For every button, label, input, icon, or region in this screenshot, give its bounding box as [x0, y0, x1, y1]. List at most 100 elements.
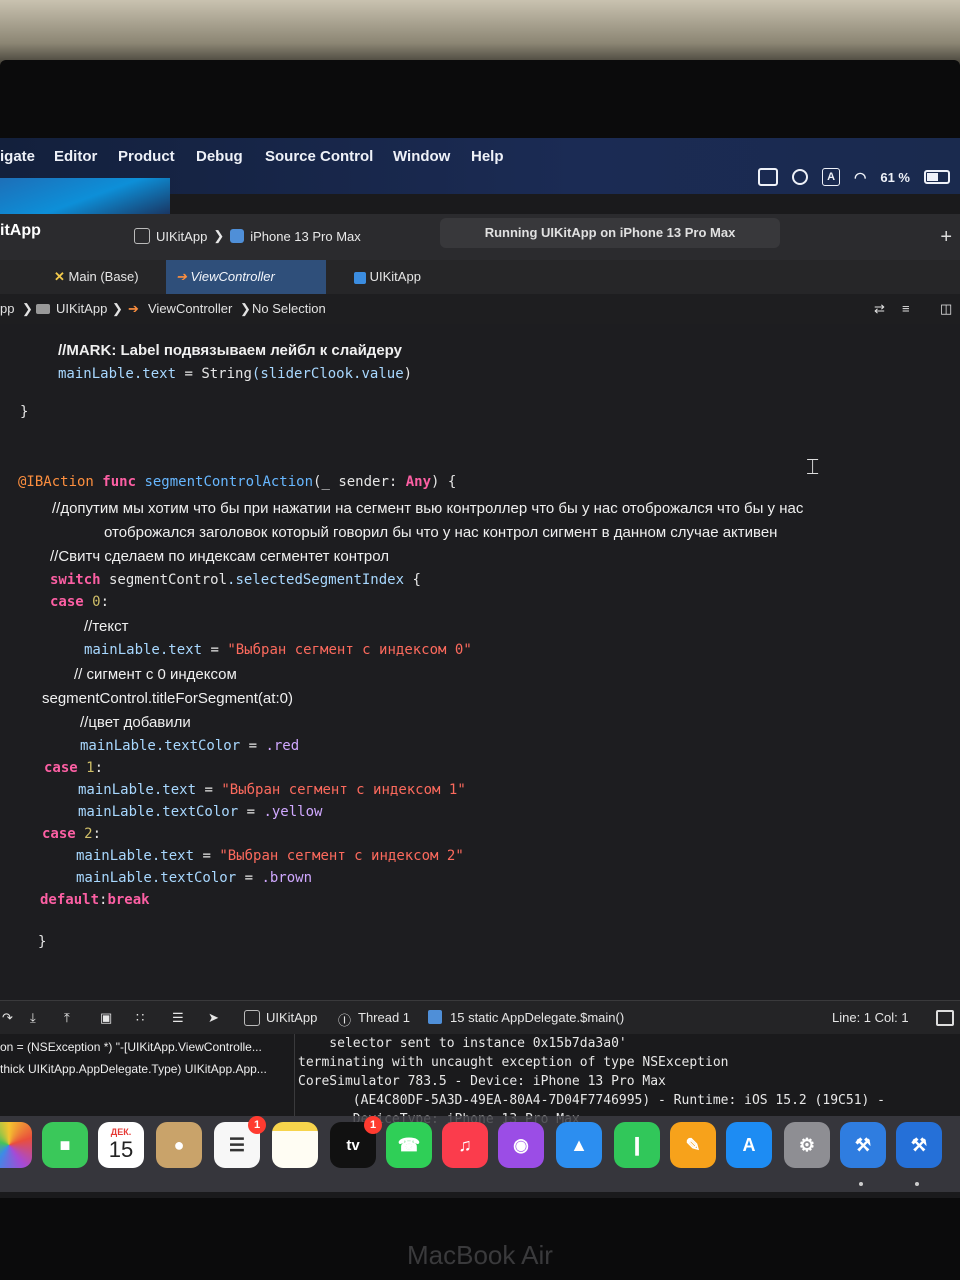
pages-icon[interactable]: ✎	[670, 1122, 716, 1168]
variables-view[interactable]: on = (NSException *) "-[UIKitApp.ViewCon…	[0, 1034, 295, 1116]
tab-viewcontroller[interactable]: ➔ ViewController	[166, 260, 326, 294]
crumb-project[interactable]: pp	[0, 294, 14, 324]
music-icon[interactable]: ♫	[442, 1122, 488, 1168]
code-comment: //Свитч сделаем по индексам сегментет ко…	[50, 548, 389, 565]
calendar-day: 15	[108, 1137, 134, 1162]
code-line: case 1:	[44, 760, 104, 776]
debug-view-hierarchy-icon[interactable]: ▣	[100, 1010, 112, 1026]
chevron-right-icon: ❯	[22, 301, 33, 316]
scheme-target[interactable]: UIKitApp	[156, 229, 207, 244]
console-line: terminating with uncaught exception of t…	[298, 1055, 729, 1070]
step-out-icon[interactable]: ⤒	[64, 1010, 70, 1026]
battery-icon[interactable]	[924, 170, 950, 184]
code-line: }	[38, 934, 47, 950]
code-line: //MARK: Label подвязываем лейбл к слайде…	[58, 342, 402, 359]
code-comment: //текст	[84, 618, 129, 635]
hide-console-icon[interactable]	[936, 1010, 954, 1026]
apple-tv-icon[interactable]: tv 1	[330, 1116, 382, 1168]
menu-product[interactable]: Product	[118, 148, 175, 165]
keynote-icon[interactable]: ▲	[556, 1122, 602, 1168]
wifi-icon[interactable]: ◠	[854, 169, 866, 186]
console-output[interactable]: selector sent to instance 0x15b7da3a0' te…	[298, 1034, 885, 1129]
related-items-icon[interactable]: ⇄	[874, 294, 885, 324]
debug-console: on = (NSException *) "-[UIKitApp.ViewCon…	[0, 1034, 960, 1127]
contacts-icon[interactable]: ●	[156, 1122, 202, 1168]
app-target-icon	[244, 1010, 260, 1026]
battery-percent: 61 %	[880, 169, 910, 185]
editor-options-icon[interactable]: ≡	[902, 294, 910, 324]
frame-icon	[428, 1010, 442, 1024]
crumb-group[interactable]: UIKitApp	[56, 294, 107, 324]
project-title: itApp	[0, 222, 41, 239]
facetime-icon[interactable]: ■	[42, 1122, 88, 1168]
code-line: default:break	[40, 892, 150, 908]
screen-record-icon[interactable]	[792, 169, 809, 185]
chevron-right-icon: ❯	[240, 301, 251, 316]
activity-status: Running UIKitApp on iPhone 13 Pro Max	[440, 218, 780, 248]
step-over-icon[interactable]: ↷	[2, 1010, 13, 1026]
code-comment: // сигмент с 0 индексом	[74, 666, 237, 683]
crumb-file[interactable]: ViewController	[148, 294, 232, 324]
scheme-selector[interactable]: UIKitApp ❯ iPhone 13 Pro Max	[134, 228, 361, 244]
input-source-icon[interactable]: A	[822, 168, 841, 186]
tab-uikitapp[interactable]: UIKitApp	[344, 260, 431, 294]
scheme-device[interactable]: iPhone 13 Pro Max	[250, 229, 361, 244]
tv-badge: 1	[364, 1116, 382, 1134]
calendar-icon[interactable]: ДЕК. 15	[98, 1122, 144, 1168]
console-line: CoreSimulator 783.5 - Device: iPhone 13 …	[298, 1074, 666, 1089]
console-line: selector sent to instance 0x15b7da3a0'	[298, 1036, 627, 1051]
code-comment: отоброжался заголовок который говорил бы…	[104, 524, 778, 541]
folder-icon	[36, 304, 50, 314]
menu-navigate[interactable]: igate	[0, 148, 35, 165]
reminders-icon[interactable]: ☰ 1	[214, 1116, 266, 1168]
variable-row[interactable]: thick UIKitApp.AppDelegate.Type) UIKitAp…	[0, 1062, 267, 1076]
code-line: mainLable.text = "Выбран сегмент с индек…	[78, 782, 466, 798]
memory-graph-icon[interactable]: ∷	[136, 1010, 144, 1026]
code-line: segmentControl.titleForSegment(at:0)	[42, 690, 293, 707]
xcode-icon[interactable]: ⚒	[840, 1122, 886, 1168]
menu-help[interactable]: Help	[471, 148, 504, 165]
console-line: (AE4C80DF-5A3D-49EA-80A4-7D04F7746995) -…	[298, 1093, 885, 1108]
debug-frame[interactable]: 15 static AppDelegate.$main()	[450, 1010, 624, 1025]
debug-target[interactable]: UIKitApp	[266, 1010, 317, 1025]
debug-thread[interactable]: Thread 1	[358, 1010, 410, 1025]
photos-icon[interactable]	[0, 1122, 32, 1168]
system-preferences-icon[interactable]: ⚙	[784, 1122, 830, 1168]
swift-icon: ➔	[128, 301, 139, 316]
tv-label: tv	[346, 1136, 360, 1154]
code-editor[interactable]: //MARK: Label подвязываем лейбл к слайде…	[0, 324, 960, 1000]
code-line: switch segmentControl.selectedSegmentInd…	[50, 572, 421, 588]
app-icon	[354, 271, 366, 284]
numbers-icon[interactable]: ❙	[614, 1122, 660, 1168]
environment-overrides-icon[interactable]: ☰	[172, 1010, 184, 1026]
tab-main-base[interactable]: ✕ Main (Base)	[44, 260, 149, 294]
inspector-toggle-icon[interactable]: ◫	[940, 294, 952, 324]
chevron-right-icon: ❯	[213, 228, 225, 243]
xcode-toolbar: itApp UIKitApp ❯ iPhone 13 Pro Max Runni…	[0, 214, 960, 261]
notes-icon[interactable]	[272, 1122, 318, 1168]
running-indicator	[859, 1182, 863, 1186]
mac-screen: igate Editor Product Debug Source Contro…	[0, 138, 960, 1198]
app-store-icon[interactable]: A	[726, 1122, 772, 1168]
step-into-icon[interactable]: ⤓	[30, 1010, 36, 1026]
crumb-selection[interactable]: No Selection	[252, 294, 326, 324]
close-icon[interactable]: ✕	[54, 269, 65, 284]
menu-editor[interactable]: Editor	[54, 148, 97, 165]
podcasts-icon[interactable]: ◉	[498, 1122, 544, 1168]
thread-icon: Ⓘ	[338, 1013, 352, 1028]
editor-tabs: ✕ Main (Base) ➔ ViewController UIKitApp	[0, 260, 960, 294]
text-cursor-icon: ⌶	[806, 454, 820, 479]
tab-label: ViewController	[190, 269, 275, 284]
menu-debug[interactable]: Debug	[196, 148, 243, 165]
code-line: mainLable.text = "Выбран сегмент с индек…	[84, 642, 472, 658]
code-line: mainLable.text = "Выбран сегмент с индек…	[76, 848, 464, 864]
whatsapp-icon[interactable]: ☎	[386, 1122, 432, 1168]
menu-window[interactable]: Window	[393, 148, 450, 165]
menu-source-control[interactable]: Source Control	[265, 148, 373, 165]
debug-bar: ↷ ⤓ ⤒ ▣ ∷ ☰ ➤ UIKitApp Ⓘ Thread 1 15 sta…	[0, 1000, 960, 1035]
stage-manager-icon[interactable]	[758, 168, 779, 186]
simulator-icon[interactable]: ⚒	[896, 1122, 942, 1168]
add-icon[interactable]: +	[940, 226, 952, 249]
variable-row[interactable]: on = (NSException *) "-[UIKitApp.ViewCon…	[0, 1040, 262, 1054]
simulate-location-icon[interactable]: ➤	[208, 1010, 219, 1026]
